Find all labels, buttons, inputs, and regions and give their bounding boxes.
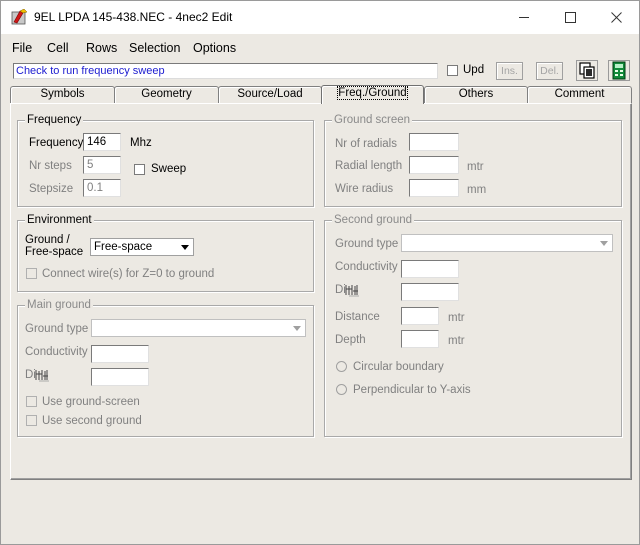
chevron-down-icon <box>290 321 304 335</box>
chevron-down-icon <box>597 236 611 250</box>
second-ground-group: Second ground <box>324 214 622 437</box>
copy-icon[interactable] <box>576 60 598 81</box>
nr-radials-label: Nr of radials <box>335 138 397 150</box>
stepsize-input[interactable]: 0.1 <box>83 179 121 197</box>
nr-radials-input[interactable] <box>409 133 459 151</box>
wire-radius-label: Wire radius <box>335 183 394 195</box>
maximize-button[interactable] <box>547 1 593 34</box>
main-ground-group-title: Main ground <box>25 299 93 312</box>
second-ground-group-title: Second ground <box>332 214 415 227</box>
use-second-ground-checkbox[interactable] <box>26 415 37 426</box>
maximize-icon <box>564 12 576 23</box>
nr-steps-label: Nr steps <box>29 160 72 172</box>
wire-radius-unit: mm <box>467 184 487 196</box>
garbled-text-icon <box>35 370 49 382</box>
tab-comment[interactable]: Comment <box>527 86 632 103</box>
tab-comment-label: Comment <box>554 88 605 100</box>
stepsize-label: Stepsize <box>29 183 74 195</box>
upd-label: Upd <box>463 64 485 76</box>
menu-rows[interactable]: Rows <box>86 41 117 55</box>
frequency-group-title: Frequency <box>25 114 84 127</box>
depth-label: Depth <box>335 334 366 346</box>
menu-bar: File Cell Rows Selection Options <box>1 39 639 59</box>
sweep-label: Sweep <box>151 163 187 175</box>
ground-select-value: Free-space <box>94 241 153 253</box>
depth-unit: mtr <box>448 335 465 347</box>
editor-window: 9EL LPDA 145-438.NEC - 4nec2 Edit File C… <box>0 0 640 545</box>
main-conductivity-input[interactable] <box>91 345 149 363</box>
distance-input[interactable] <box>401 307 439 325</box>
close-icon <box>610 12 622 23</box>
ground-select[interactable]: Free-space <box>90 238 194 256</box>
garbled-text-icon <box>345 285 359 297</box>
frequency-input[interactable]: 146 <box>83 133 121 151</box>
window-title: 9EL LPDA 145-438.NEC - 4nec2 Edit <box>34 10 233 24</box>
use-second-ground-label: Use second ground <box>42 415 142 427</box>
tab-freq-ground-label: Freq./Ground <box>337 86 408 100</box>
app-icon <box>11 9 28 25</box>
menu-selection[interactable]: Selection <box>129 41 180 55</box>
menu-cell[interactable]: Cell <box>47 41 69 55</box>
main-conductivity-label: Conductivity <box>25 346 88 358</box>
radial-length-unit: mtr <box>467 161 484 173</box>
use-ground-screen-checkbox[interactable] <box>26 396 37 407</box>
tab-geometry[interactable]: Geometry <box>114 86 219 103</box>
ins-button[interactable]: Ins. <box>496 62 523 80</box>
tab-freq-ground[interactable]: Freq./Ground <box>321 85 424 104</box>
environment-group-title: Environment <box>25 214 94 227</box>
del-button[interactable]: Del. <box>536 62 563 80</box>
minimize-icon <box>518 17 529 18</box>
ground-screen-group-title: Ground screen <box>332 114 413 127</box>
tab-others-label: Others <box>458 88 494 100</box>
connect-wires-label: Connect wire(s) for Z=0 to ground <box>42 268 215 280</box>
menu-file[interactable]: File <box>12 41 32 55</box>
nr-steps-input[interactable]: 5 <box>83 156 121 174</box>
wire-radius-input[interactable] <box>409 179 459 197</box>
tab-geometry-label: Geometry <box>141 88 192 100</box>
status-text-field: Check to run frequency sweep <box>13 63 438 79</box>
perpendicular-y-label: Perpendicular to Y-axis <box>353 384 471 396</box>
upd-checkbox[interactable] <box>447 65 458 76</box>
main-ground-type-select[interactable] <box>91 319 306 337</box>
second-conductivity-label: Conductivity <box>335 261 398 273</box>
second-ground-type-select[interactable] <box>401 234 613 252</box>
circular-boundary-radio[interactable] <box>336 361 347 372</box>
tab-others[interactable]: Others <box>424 86 528 103</box>
distance-label: Distance <box>335 311 380 323</box>
tab-source-load-label: Source/Load <box>237 88 303 100</box>
radial-length-input[interactable] <box>409 156 459 174</box>
second-conductivity-input[interactable] <box>401 260 459 278</box>
frequency-unit: Mhz <box>130 137 152 149</box>
tab-symbols-label: Symbols <box>40 88 85 100</box>
minimize-button[interactable] <box>501 1 547 34</box>
tab-symbols[interactable]: Symbols <box>10 86 115 103</box>
circular-boundary-label: Circular boundary <box>353 361 444 373</box>
second-ground-type-label: Ground type <box>335 238 399 250</box>
ground-label-line1: Ground / <box>25 234 70 246</box>
tab-source-load[interactable]: Source/Load <box>218 86 322 103</box>
title-bar: 9EL LPDA 145-438.NEC - 4nec2 Edit <box>1 1 639 34</box>
perpendicular-y-radio[interactable] <box>336 384 347 395</box>
main-diel-input[interactable] <box>91 368 149 386</box>
grid-calculator-icon[interactable] <box>608 60 630 81</box>
close-button[interactable] <box>593 1 639 34</box>
sweep-checkbox[interactable] <box>134 164 145 175</box>
second-diel-input[interactable] <box>401 283 459 301</box>
frequency-label: Frequency <box>29 137 84 149</box>
main-ground-type-label: Ground type <box>25 323 89 335</box>
chevron-down-icon <box>178 240 192 254</box>
use-ground-screen-label: Use ground-screen <box>42 396 140 408</box>
ground-label-line2: Free-space <box>25 246 84 258</box>
radial-length-label: Radial length <box>335 160 403 172</box>
depth-input[interactable] <box>401 330 439 348</box>
connect-wires-checkbox[interactable] <box>26 268 37 279</box>
menu-options[interactable]: Options <box>193 41 236 55</box>
distance-unit: mtr <box>448 312 465 324</box>
